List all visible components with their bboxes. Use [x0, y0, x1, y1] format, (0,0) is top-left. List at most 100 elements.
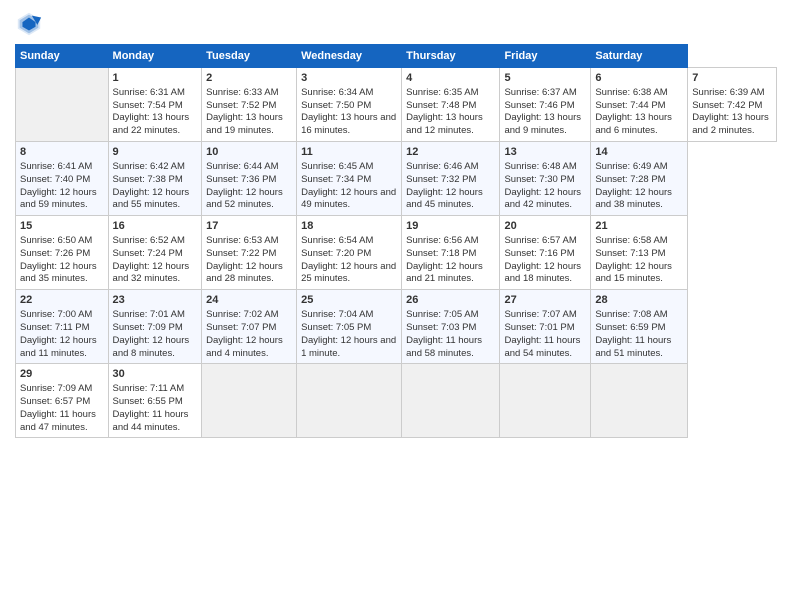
- day-number: 19: [406, 219, 495, 234]
- column-header-wednesday: Wednesday: [297, 45, 402, 68]
- daylight-text: Daylight: 12 hours and 28 minutes.: [206, 261, 283, 285]
- calendar-week-3: 15Sunrise: 6:50 AMSunset: 7:26 PMDayligh…: [16, 216, 777, 290]
- daylight-text: Daylight: 13 hours and 12 minutes.: [406, 112, 483, 136]
- daylight-text: Daylight: 12 hours and 55 minutes.: [113, 187, 190, 211]
- calendar-cell: 13Sunrise: 6:48 AM Sunset: 7:30 PM Dayligh…: [500, 142, 591, 216]
- sunset-text: Sunset: 7:34 PM: [301, 174, 371, 185]
- logo: [15, 10, 47, 38]
- day-number: 2: [206, 71, 292, 86]
- sunset-text: Sunset: 7:54 PM: [113, 100, 183, 111]
- daylight-text: Daylight: 12 hours and 4 minutes.: [206, 335, 283, 359]
- sunrise-text: Sunrise: 7:01 AM: [113, 309, 185, 320]
- daylight-text: Daylight: 11 hours and 51 minutes.: [595, 335, 671, 359]
- day-number: 6: [595, 71, 683, 86]
- calendar-cell: 29Sunrise: 7:09 AMSunset: 6:57 PMDayligh…: [16, 364, 109, 438]
- calendar-cell: 25Sunrise: 7:04 AMSunset: 7:05 PMDayligh…: [297, 290, 402, 364]
- calendar-cell: 6Sunrise: 6:38 AMSunset: 7:44 PMDaylight…: [591, 68, 688, 142]
- sunset-text: Sunset: 7:50 PM: [301, 100, 371, 111]
- sunrise-text: Sunrise: 6:38 AM: [595, 87, 667, 98]
- day-number: 25: [301, 293, 397, 308]
- sunrise-text: Sunrise: 6:34 AM: [301, 87, 373, 98]
- sunrise-text: Sunrise: 6:45 AM: [301, 161, 373, 172]
- column-header-tuesday: Tuesday: [202, 45, 297, 68]
- calendar-cell: [202, 364, 297, 438]
- calendar-cell: 15Sunrise: 6:50 AMSunset: 7:26 PMDayligh…: [16, 216, 109, 290]
- day-number: 30: [113, 367, 198, 382]
- daylight-text: Daylight: 13 hours and 2 minutes.: [692, 112, 769, 136]
- sunset-text: Sunset: 7:11 PM: [20, 322, 90, 333]
- sunset-text: Sunset: 7:38 PM: [113, 174, 183, 185]
- sunrise-text: Sunrise: 6:33 AM: [206, 87, 278, 98]
- header-row: SundayMondayTuesdayWednesdayThursdayFrid…: [16, 45, 777, 68]
- calendar-cell: 21Sunrise: 6:58 AMSunset: 7:13 PMDayligh…: [591, 216, 688, 290]
- column-header-monday: Monday: [108, 45, 202, 68]
- day-number: 1: [113, 71, 198, 86]
- sunrise-text: Sunrise: 6:44 AM: [206, 161, 278, 172]
- calendar-cell: 7Sunrise: 6:39 AMSunset: 7:42 PMDaylight…: [688, 68, 777, 142]
- page-container: SundayMondayTuesdayWednesdayThursdayFrid…: [0, 0, 792, 448]
- sunrise-text: Sunrise: 6:57 AM: [504, 235, 576, 246]
- calendar-cell: 1Sunrise: 6:31 AM Sunset: 7:54 PMDaylight…: [108, 68, 202, 142]
- daylight-text: Daylight: 12 hours and 8 minutes.: [113, 335, 190, 359]
- sunset-text: Sunset: 7:52 PM: [206, 100, 276, 111]
- day-number: 22: [20, 293, 104, 308]
- calendar-cell: 28Sunrise: 7:08 AMSunset: 6:59 PMDayligh…: [591, 290, 688, 364]
- column-header-friday: Friday: [500, 45, 591, 68]
- daylight-text: Daylight: 12 hours and 59 minutes.: [20, 187, 97, 211]
- sunset-text: Sunset: 7:03 PM: [406, 322, 476, 333]
- calendar-cell: 14Sunrise: 6:49 AMSunset: 7:28 PMDayligh…: [591, 142, 688, 216]
- sunrise-text: Sunrise: 7:11 AM: [113, 383, 185, 394]
- day-number: 26: [406, 293, 495, 308]
- calendar-cell: [500, 364, 591, 438]
- daylight-text: Daylight: 12 hours and 15 minutes.: [595, 261, 672, 285]
- sunrise-text: Sunrise: 7:04 AM: [301, 309, 373, 320]
- sunrise-text: Sunrise: 6:37 AM: [504, 87, 576, 98]
- calendar-cell: 26Sunrise: 7:05 AMSunset: 7:03 PMDayligh…: [402, 290, 500, 364]
- day-number: 13: [504, 145, 586, 160]
- calendar-week-2: 8Sunrise: 6:41 AMSunset: 7:40 PMDaylight…: [16, 142, 777, 216]
- calendar-cell: 8Sunrise: 6:41 AMSunset: 7:40 PMDaylight…: [16, 142, 109, 216]
- sunrise-text: Sunrise: 6:48 AM: [504, 161, 576, 172]
- daylight-text: Daylight: 12 hours and 25 minutes.: [301, 261, 396, 285]
- sunrise-text: Sunrise: 6:39 AM: [692, 87, 764, 98]
- sunset-text: Sunset: 7:20 PM: [301, 248, 371, 259]
- day-number: 8: [20, 145, 104, 160]
- daylight-text: Daylight: 11 hours and 54 minutes.: [504, 335, 580, 359]
- sunset-text: Sunset: 7:05 PM: [301, 322, 371, 333]
- sunrise-text: Sunrise: 7:00 AM: [20, 309, 92, 320]
- sunset-text: Sunset: 7:42 PM: [692, 100, 762, 111]
- daylight-text: Daylight: 12 hours and 11 minutes.: [20, 335, 97, 359]
- sunset-text: Sunset: 7:01 PM: [504, 322, 574, 333]
- empty-cell: [16, 68, 109, 142]
- calendar-cell: 19Sunrise: 6:56 AMSunset: 7:18 PMDayligh…: [402, 216, 500, 290]
- calendar-cell: 4Sunrise: 6:35 AMSunset: 7:48 PMDaylight…: [402, 68, 500, 142]
- daylight-text: Daylight: 13 hours and 22 minutes.: [113, 112, 190, 136]
- calendar-cell: 20Sunrise: 6:57 AMSunset: 7:16 PMDayligh…: [500, 216, 591, 290]
- sunset-text: Sunset: 7:46 PM: [504, 100, 574, 111]
- calendar-table: SundayMondayTuesdayWednesdayThursdayFrid…: [15, 44, 777, 438]
- daylight-text: Daylight: 12 hours and 21 minutes.: [406, 261, 483, 285]
- sunset-text: Sunset: 7:36 PM: [206, 174, 276, 185]
- sunrise-text: Sunrise: 6:49 AM: [595, 161, 667, 172]
- calendar-cell: 3Sunrise: 6:34 AMSunset: 7:50 PMDaylight…: [297, 68, 402, 142]
- day-number: 17: [206, 219, 292, 234]
- sunset-text: Sunset: 7:18 PM: [406, 248, 476, 259]
- calendar-week-4: 22Sunrise: 7:00 AM Sunset: 7:11 PM Dayligh…: [16, 290, 777, 364]
- day-number: 10: [206, 145, 292, 160]
- daylight-text: Daylight: 12 hours and 35 minutes.: [20, 261, 97, 285]
- calendar-cell: [297, 364, 402, 438]
- daylight-text: Daylight: 11 hours and 47 minutes.: [20, 409, 96, 433]
- sunset-text: Sunset: 7:13 PM: [595, 248, 665, 259]
- sunrise-text: Sunrise: 6:31 AM: [113, 87, 185, 98]
- daylight-text: Daylight: 11 hours and 58 minutes.: [406, 335, 482, 359]
- sunset-text: Sunset: 7:30 PM: [504, 174, 574, 185]
- calendar-cell: 24Sunrise: 7:02 AMSunset: 7:07 PMDayligh…: [202, 290, 297, 364]
- day-number: 5: [504, 71, 586, 86]
- sunset-text: Sunset: 7:09 PM: [113, 322, 183, 333]
- day-number: 28: [595, 293, 683, 308]
- day-number: 29: [20, 367, 104, 382]
- sunset-text: Sunset: 7:26 PM: [20, 248, 90, 259]
- sunrise-text: Sunrise: 7:09 AM: [20, 383, 92, 394]
- daylight-text: Daylight: 12 hours and 42 minutes.: [504, 187, 581, 211]
- daylight-text: Daylight: 12 hours and 52 minutes.: [206, 187, 283, 211]
